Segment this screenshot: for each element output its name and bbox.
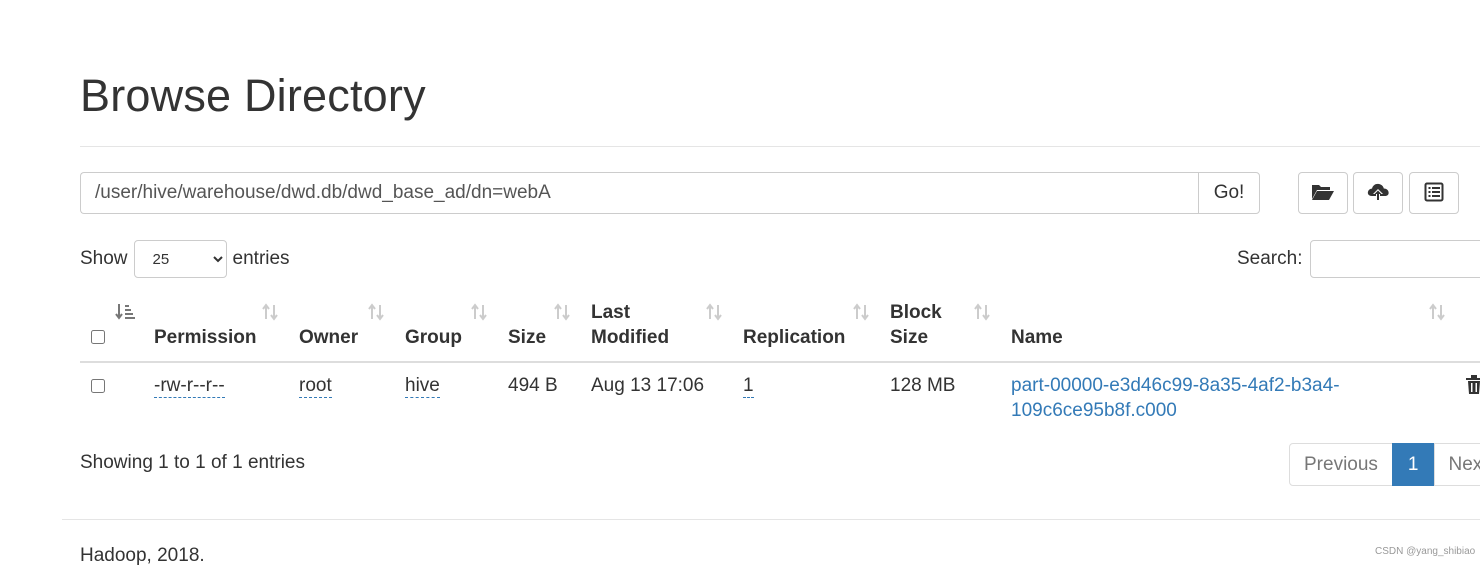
cell-permission[interactable]: -rw-r--r--	[154, 373, 225, 398]
column-header-owner[interactable]: Owner	[299, 325, 358, 350]
column-header-last-modified[interactable]: Last Modified	[591, 300, 669, 350]
owner-value[interactable]: root	[299, 375, 332, 398]
upload-files-button[interactable]	[1353, 172, 1403, 214]
show-label: Show	[80, 248, 128, 270]
file-name-link[interactable]: part-00000-e3d46c99-8a35-4af2-b3a4- 109c…	[1011, 375, 1340, 421]
sort-both-icon[interactable]	[1428, 303, 1446, 326]
sort-both-icon[interactable]	[553, 303, 571, 326]
pagination-page-1[interactable]: 1	[1392, 443, 1435, 486]
column-header-last-modified-line1: Last	[591, 300, 669, 325]
pagination-previous[interactable]: Previous	[1289, 443, 1393, 486]
cell-owner[interactable]: root	[299, 373, 332, 398]
table-search: Search:	[1237, 240, 1480, 278]
cell-group[interactable]: hive	[405, 373, 440, 398]
directory-path-input[interactable]	[80, 172, 1198, 214]
column-header-permission[interactable]: Permission	[154, 325, 256, 350]
create-directory-button[interactable]	[1298, 172, 1348, 214]
watermark: CSDN @yang_shibiao	[1375, 546, 1475, 557]
cell-size: 494 B	[508, 373, 558, 398]
sort-both-icon[interactable]	[261, 303, 279, 326]
sort-both-icon[interactable]	[852, 303, 870, 326]
column-header-block-size[interactable]: Block Size	[890, 300, 942, 350]
list-alt-icon	[1424, 182, 1444, 205]
cell-name[interactable]: part-00000-e3d46c99-8a35-4af2-b3a4- 109c…	[1011, 373, 1340, 423]
column-header-name[interactable]: Name	[1011, 325, 1063, 350]
search-input[interactable]	[1310, 240, 1480, 278]
header-divider	[80, 146, 1480, 147]
table-info: Showing 1 to 1 of 1 entries	[80, 452, 305, 474]
footer-text: Hadoop, 2018.	[80, 545, 205, 567]
sort-both-icon[interactable]	[973, 303, 991, 326]
cell-block-size: 128 MB	[890, 373, 955, 398]
column-header-replication[interactable]: Replication	[743, 325, 845, 350]
go-button[interactable]: Go!	[1198, 172, 1260, 214]
cut-paste-button[interactable]	[1409, 172, 1459, 214]
folder-open-icon	[1311, 182, 1335, 205]
pagination-next[interactable]: Next	[1434, 443, 1480, 486]
search-label: Search:	[1237, 248, 1302, 270]
sort-both-icon[interactable]	[470, 303, 488, 326]
entries-per-page-select[interactable]: 25	[134, 240, 227, 278]
group-value[interactable]: hive	[405, 375, 440, 398]
file-name-line2: 109c6ce95b8f.c000	[1011, 400, 1177, 421]
column-header-block-size-line2: Size	[890, 325, 942, 350]
column-header-last-modified-line2: Modified	[591, 325, 669, 350]
cell-last-modified: Aug 13 17:06	[591, 373, 704, 398]
cell-replication[interactable]: 1	[743, 373, 754, 398]
entries-label: entries	[233, 248, 290, 270]
footer-divider	[62, 519, 1480, 520]
cloud-upload-icon	[1366, 181, 1390, 206]
sort-both-icon[interactable]	[705, 303, 723, 326]
page-title: Browse Directory	[80, 70, 426, 122]
path-bar: Go!	[80, 172, 1260, 214]
sort-asc-icon[interactable]	[115, 303, 135, 326]
replication-value[interactable]: 1	[743, 375, 754, 398]
permission-value[interactable]: -rw-r--r--	[154, 375, 225, 398]
column-header-group[interactable]: Group	[405, 325, 462, 350]
column-header-block-size-line1: Block	[890, 300, 942, 325]
table-header-divider	[80, 361, 1480, 363]
file-name-line1: part-00000-e3d46c99-8a35-4af2-b3a4-	[1011, 375, 1340, 396]
row-select-checkbox[interactable]	[91, 379, 105, 393]
column-header-size[interactable]: Size	[508, 325, 546, 350]
trash-icon[interactable]	[1466, 375, 1480, 400]
select-all-checkbox[interactable]	[91, 330, 105, 344]
entries-length-control: Show 25 entries	[80, 240, 290, 278]
pagination: Previous 1 Next	[1289, 443, 1480, 486]
sort-both-icon[interactable]	[367, 303, 385, 326]
